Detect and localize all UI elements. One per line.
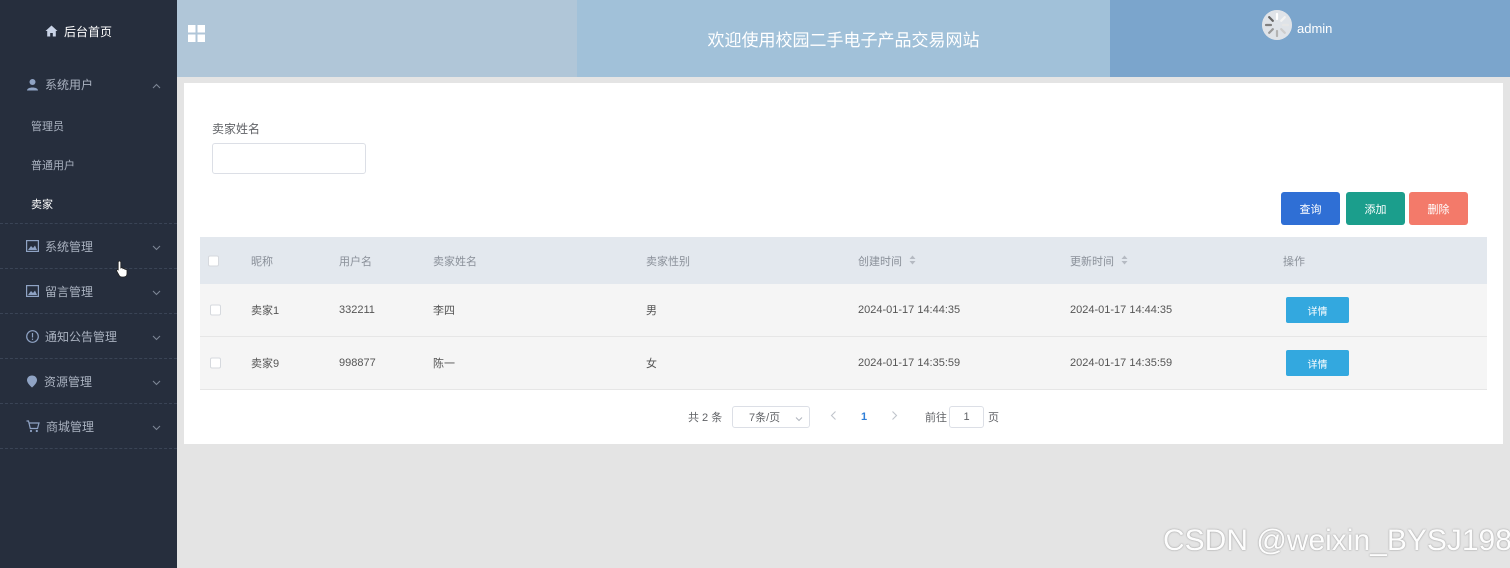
sidebar-item-label: 系统管理 [45,239,94,254]
sidebar-item-label: 留言管理 [45,284,94,299]
column-header-actions: 操作 [1283,255,1305,268]
sidebar-item-shop-management[interactable]: 商城管理 [0,404,177,448]
sidebar-item-label: 后台首页 [63,24,112,39]
prev-page-button[interactable] [830,411,837,424]
detail-button[interactable]: 详情 [1286,297,1349,323]
sidebar-item-normal-users[interactable]: 普通用户 [0,145,177,184]
cell-seller-name: 陈一 [433,358,455,370]
top-header: 欢迎使用校园二手电子产品交易网站 admin [177,0,1510,77]
page-size-select[interactable]: 7条/页 [732,406,810,428]
cell-created: 2024-01-17 14:35:59 [858,357,961,369]
home-icon [45,25,58,37]
cell-created: 2024-01-17 14:44:35 [858,304,961,316]
cell-seller-name: 李四 [433,305,455,317]
header-left [177,0,577,77]
info-icon [26,329,39,343]
column-header-seller-name: 卖家姓名 [433,255,477,268]
table-row: 卖家1 332211 李四 男 2024-01-17 14:44:35 2024… [200,284,1487,337]
pagination-total: 共 2 条 [688,412,723,424]
sidebar-item-home[interactable]: 后台首页 [0,0,177,62]
cell-nickname: 卖家1 [251,305,280,317]
page-suffix: 页 [988,412,999,424]
cell-updated: 2024-01-17 14:44:35 [1070,304,1173,316]
grid-menu-icon[interactable] [188,25,205,45]
row-checkbox[interactable] [210,304,221,316]
sidebar-group-system: 系统管理 [0,224,177,269]
select-all-checkbox[interactable] [208,255,219,266]
location-pin-icon [26,375,38,388]
username[interactable]: admin [1297,21,1332,36]
goto-label: 前往 [925,412,947,424]
sidebar-group-messages: 留言管理 [0,269,177,314]
page-size-value: 7条/页 [749,412,781,424]
watermark: CSDN @weixin_BYSJ1987 [1163,524,1510,557]
cell-updated: 2024-01-17 14:35:59 [1070,357,1173,369]
cell-gender: 女 [646,358,657,370]
sidebar-group-notices: 通知公告管理 [0,314,177,359]
table-row: 卖家9 998877 陈一 女 2024-01-17 14:35:59 2024… [200,337,1487,390]
delete-button[interactable]: 删除 [1409,192,1468,225]
query-button[interactable]: 查询 [1281,192,1340,225]
sidebar: 后台首页 系统用户 管理员 普通用户 卖家 系统管理 留言管理 通知公告管理 资… [0,0,177,568]
filter-label: 卖家姓名 [212,122,261,136]
sidebar-group-shop: 商城管理 [0,404,177,449]
sidebar-group-resources: 资源管理 [0,359,177,404]
image-icon [26,240,39,252]
table-header: 昵称 用户名 卖家姓名 卖家性别 创建时间 更新时间 操作 [200,237,1487,284]
hand-cursor-icon [116,260,128,281]
row-checkbox[interactable] [210,357,221,369]
column-header-label: 更新时间 [1070,255,1114,268]
page-jump-input[interactable]: 1 [949,406,984,428]
sidebar-item-system-users[interactable]: 系统用户 [0,62,177,106]
chevron-down-icon [795,413,803,425]
cell-gender: 男 [646,305,657,317]
sidebar-item-admin[interactable]: 管理员 [0,106,177,145]
pagination: 共 2 条 7条/页 1 前往 1 页 [184,405,1503,429]
chevron-up-icon [152,78,161,92]
page-number-current[interactable]: 1 [861,411,867,423]
shopping-cart-icon [26,419,40,433]
add-button[interactable]: 添加 [1346,192,1405,225]
chevron-down-icon [152,240,161,254]
chevron-down-icon [152,375,161,389]
column-header-nickname: 昵称 [251,255,273,268]
sort-icon[interactable] [909,255,916,268]
seller-name-input[interactable] [212,143,366,174]
sidebar-item-message-management[interactable]: 留言管理 [0,269,177,313]
data-table: 昵称 用户名 卖家姓名 卖家性别 创建时间 更新时间 操作 卖家1 332211 [200,237,1487,390]
image-icon [26,285,39,297]
cell-nickname: 卖家9 [251,358,280,370]
sort-icon[interactable] [1121,255,1128,268]
sidebar-item-notice-management[interactable]: 通知公告管理 [0,314,177,358]
user-icon [26,78,39,91]
column-header-username: 用户名 [339,255,372,268]
header-title: 欢迎使用校园二手电子产品交易网站 [577,0,1110,77]
sidebar-item-label: 资源管理 [44,374,93,389]
chevron-down-icon [152,330,161,344]
header-user-area: admin [1110,0,1510,77]
chevron-down-icon [152,285,161,299]
sidebar-item-sellers[interactable]: 卖家 [0,184,177,223]
column-header-updated[interactable]: 更新时间 [1070,253,1128,269]
sidebar-item-system-management[interactable]: 系统管理 [0,224,177,268]
next-page-button[interactable] [891,411,898,424]
sidebar-item-label: 系统用户 [45,77,94,92]
main-content: 卖家姓名 查询 添加 删除 昵称 用户名 卖家姓名 卖家性别 创建时间 更新时间… [184,83,1503,444]
sidebar-item-label: 卖家 [31,198,53,211]
sidebar-item-label: 管理员 [31,120,64,133]
sidebar-group-users: 系统用户 管理员 普通用户 卖家 [0,62,177,224]
column-header-gender: 卖家性别 [646,255,690,268]
column-header-label: 创建时间 [858,255,902,268]
sidebar-item-label: 普通用户 [31,159,75,172]
sidebar-item-label: 通知公告管理 [45,329,118,344]
detail-button[interactable]: 详情 [1286,350,1349,376]
cell-username: 332211 [339,304,375,316]
sidebar-item-resource-management[interactable]: 资源管理 [0,359,177,403]
column-header-created[interactable]: 创建时间 [858,253,916,269]
chevron-down-icon [152,420,161,434]
cell-username: 998877 [339,357,376,369]
avatar[interactable] [1262,10,1292,40]
sidebar-item-label: 商城管理 [46,419,95,434]
